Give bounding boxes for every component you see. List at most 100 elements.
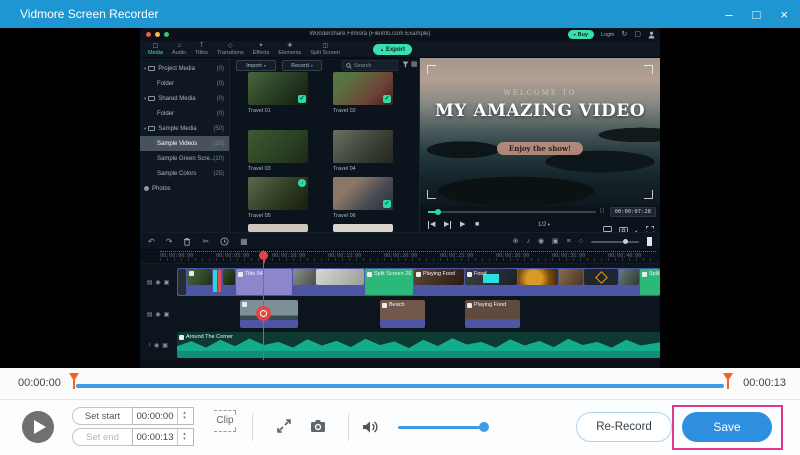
trim-end-handle[interactable]	[722, 373, 734, 389]
timeline-ruler: 00:00:00:00 00:00:05:00 00:00:10:00 00:0…	[140, 250, 660, 264]
trim-bar: 00:00:00 00:00:13	[0, 368, 800, 400]
set-start-button[interactable]: Set start	[72, 407, 132, 425]
timeline-toolbar	[140, 232, 660, 250]
clip-type-icon	[189, 271, 194, 276]
thumbnail-label: Travel 04	[333, 166, 356, 172]
volume-slider-handle[interactable]	[479, 422, 489, 432]
audio-track-header	[140, 332, 176, 358]
toolbar-right-icons	[513, 236, 652, 247]
fullscreen-button[interactable]	[274, 416, 294, 439]
trim-start-handle[interactable]	[68, 373, 80, 389]
time-stepper[interactable]	[177, 429, 191, 445]
timeline-clip	[316, 269, 364, 285]
close-icon[interactable]: ×	[780, 8, 788, 21]
tab-audio: ♫Audio	[172, 43, 186, 56]
color-clip-red	[218, 270, 221, 292]
thumbnail-label: Travel 02	[333, 108, 356, 114]
track-manager-icon	[567, 236, 571, 247]
trim-progress-bar[interactable]	[76, 384, 724, 388]
app-title: Vidmore Screen Recorder	[20, 7, 159, 21]
split-screen-icon: ◫	[322, 43, 328, 50]
tree-item-sample-videos-selected: Sample Videos(20)	[140, 136, 229, 151]
thumbnail-label: Travel 03	[248, 166, 271, 172]
tree-item-project-media: Project Media(0)	[140, 61, 229, 76]
set-end-button[interactable]: Set end	[72, 428, 132, 446]
minimize-icon[interactable]: –	[725, 8, 732, 21]
end-time-input[interactable]	[133, 432, 177, 443]
end-time-field	[132, 428, 194, 446]
timeline-clip	[178, 269, 186, 295]
folder-icon	[148, 126, 155, 131]
tree-item-sample-media: Sample Media(50)	[140, 121, 229, 136]
selection-corner-icon	[427, 190, 436, 199]
folder-icon	[148, 96, 155, 101]
volume-button[interactable]	[360, 417, 380, 442]
title-clip: Title 54	[236, 269, 292, 295]
filter-icon	[402, 61, 409, 68]
re-record-button[interactable]: Re-Record	[576, 412, 672, 442]
mark-in-out-icon	[600, 208, 604, 214]
start-time-field	[132, 407, 194, 425]
overlay-clip: Beach	[380, 300, 425, 328]
play-icon	[460, 221, 465, 229]
set-start-row: Set start	[72, 407, 194, 425]
video-clip: Food	[465, 269, 517, 285]
elements-icon: ✚	[287, 43, 292, 50]
tree-item-folder: Folder(0)	[140, 76, 229, 91]
grid-view-icon	[411, 61, 418, 69]
volume-slider[interactable]	[398, 426, 484, 429]
stepper-down-icon[interactable]	[183, 437, 186, 442]
ruler-timestamp: 00:00:30:00	[496, 253, 529, 259]
play-button[interactable]	[22, 411, 54, 443]
clip-type-icon	[382, 303, 387, 308]
stepper-down-icon[interactable]	[183, 416, 186, 421]
media-thumbnail	[248, 130, 308, 163]
video-clip: Playing Food	[414, 269, 464, 285]
app-titlebar: Vidmore Screen Recorder – □ ×	[0, 0, 800, 28]
titles-icon: T	[200, 43, 204, 50]
tab-effects: ✦Effects	[253, 43, 270, 56]
preview-viewport: WELCOME TO MY AMAZING VIDEO Enjoy the sh…	[420, 58, 660, 206]
render-icon	[579, 236, 583, 247]
clip-type-icon	[416, 272, 421, 277]
clip-toggle[interactable]: Clip	[210, 410, 240, 432]
split-screen-clip: Split Screen 26	[365, 269, 413, 295]
trim-start-time: 00:00:00	[18, 377, 61, 389]
split-screen-clip: Split Sc	[640, 269, 660, 295]
ruler-timestamp: 00:00:05:00	[216, 253, 249, 259]
crop-icon	[240, 236, 248, 247]
snapshot-frame-icon	[552, 236, 559, 247]
seek-handle	[435, 209, 441, 215]
record-dropdown: Record	[282, 60, 322, 71]
lock-icon	[164, 311, 170, 318]
timeline-tracks: Title 54 Split Screen 26 Playing Food Fo…	[140, 264, 660, 360]
overlay-clip: Playing Food	[465, 300, 520, 328]
clip-type-icon	[467, 303, 472, 308]
timeline-clip	[619, 269, 639, 285]
seek-rail	[428, 211, 596, 213]
start-time-input[interactable]	[133, 411, 177, 422]
effect-clip	[518, 269, 558, 285]
thumbnail-label: Travel 01	[248, 108, 271, 114]
clip-dashed-icon	[214, 427, 236, 432]
buy-button: Buy	[568, 30, 594, 39]
media-thumbnail: ✓	[333, 72, 393, 105]
save-button[interactable]: Save	[682, 412, 772, 442]
screenshot-button[interactable]	[308, 416, 328, 439]
close-light-icon	[146, 32, 151, 37]
ruler-timestamp: 00:00:25:00	[440, 253, 473, 259]
time-stepper[interactable]	[177, 408, 191, 424]
recorded-filmora-frame: Wondershare Filmora (FileInfo.com Exampl…	[140, 28, 660, 368]
filmora-titlebar: Wondershare Filmora (FileInfo.com Exampl…	[140, 28, 660, 41]
media-thumbnail: ✓	[248, 72, 308, 105]
filmora-titlebar-actions: Buy Login	[568, 29, 655, 40]
playhead-handle	[256, 306, 271, 321]
toolbar-left-icons	[148, 236, 248, 247]
tree-item-folder: Folder(0)	[140, 106, 229, 121]
tab-elements: ✚Elements	[278, 43, 301, 56]
media-thumbnail: ✓	[333, 177, 393, 210]
trim-end-time: 00:00:13	[743, 377, 786, 389]
login-link: Login	[601, 32, 614, 38]
camera-icon	[308, 416, 328, 436]
maximize-icon[interactable]: □	[753, 8, 761, 21]
